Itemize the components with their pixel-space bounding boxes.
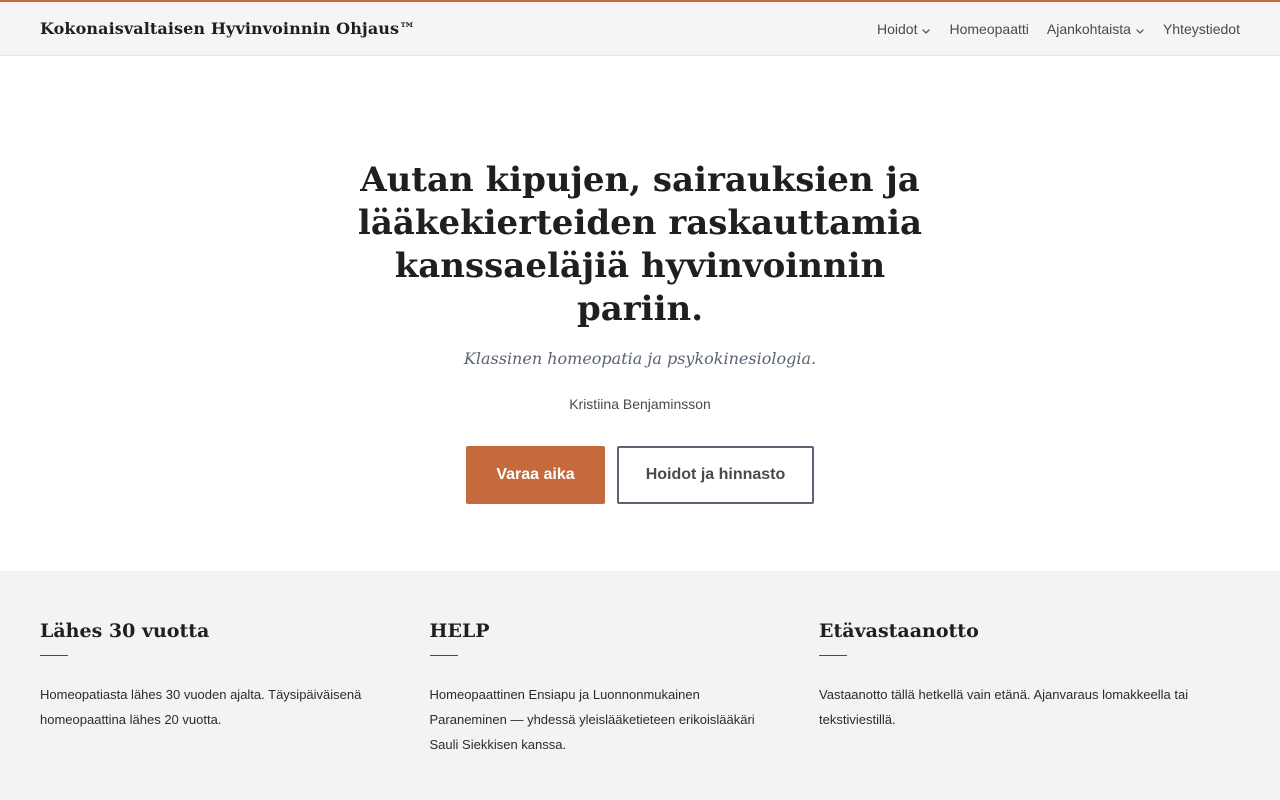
- book-appointment-button[interactable]: Varaa aika: [466, 446, 605, 504]
- nav-item-ajankohtaista[interactable]: Ajankohtaista: [1047, 21, 1145, 37]
- feature-card: Etävastaanotto Vastaanotto tällä hetkell…: [819, 619, 1240, 800]
- hero-section: Autan kipujen, sairauksien ja lääkekiert…: [0, 56, 1280, 571]
- nav-item-hoidot[interactable]: Hoidot: [877, 21, 931, 37]
- feature-divider: [429, 655, 458, 656]
- nav-item-label: Hoidot: [877, 20, 918, 37]
- feature-divider: [40, 655, 68, 656]
- nav-item-homeopaatti[interactable]: Homeopaatti: [949, 21, 1028, 37]
- hero-author: Kristiina Benjaminsson: [569, 396, 711, 412]
- features-section: Lähes 30 vuotta Homeopatiasta lähes 30 v…: [0, 571, 1280, 800]
- feature-text: Homeopaattinen Ensiapu ja Luonnonmukaine…: [429, 687, 755, 752]
- feature-title: HELP: [429, 620, 490, 642]
- cta-row: Varaa aika Hoidot ja hinnasto: [466, 446, 814, 504]
- feature-card: Lähes 30 vuotta Homeopatiasta lähes 30 v…: [40, 619, 430, 800]
- nav-item-label: Homeopaatti: [949, 20, 1029, 37]
- feature-divider: [819, 655, 848, 656]
- hero-subtitle: Klassinen homeopatia ja psykokinesiologi…: [463, 349, 817, 368]
- feature-text: Homeopatiasta lähes 30 vuoden ajalta. Tä…: [40, 687, 362, 727]
- feature-text: Vastaanotto tällä hetkellä vain etänä. A…: [819, 687, 1189, 727]
- main-nav: Hoidot Homeopaatti Ajankohtaista Yhteyst…: [877, 21, 1240, 37]
- feature-title: Etävastaanotto: [819, 620, 979, 642]
- site-header: Kokonaisvaltaisen Hyvinvoinnin Ohjaus™ H…: [0, 2, 1280, 56]
- feature-title: Lähes 30 vuotta: [40, 620, 210, 642]
- nav-item-label: Yhteystiedot: [1162, 20, 1240, 37]
- hero-title: Autan kipujen, sairauksien ja lääkekiert…: [357, 160, 923, 329]
- site-title[interactable]: Kokonaisvaltaisen Hyvinvoinnin Ohjaus™: [40, 19, 415, 38]
- nav-item-label: Ajankohtaista: [1046, 20, 1131, 37]
- treatments-and-pricing-button[interactable]: Hoidot ja hinnasto: [617, 446, 814, 504]
- chevron-down-icon: [1135, 23, 1145, 34]
- nav-item-yhteystiedot[interactable]: Yhteystiedot: [1163, 21, 1240, 37]
- feature-card: HELP Homeopaattinen Ensiapu ja Luonnonmu…: [429, 619, 820, 800]
- chevron-down-icon: [921, 23, 931, 34]
